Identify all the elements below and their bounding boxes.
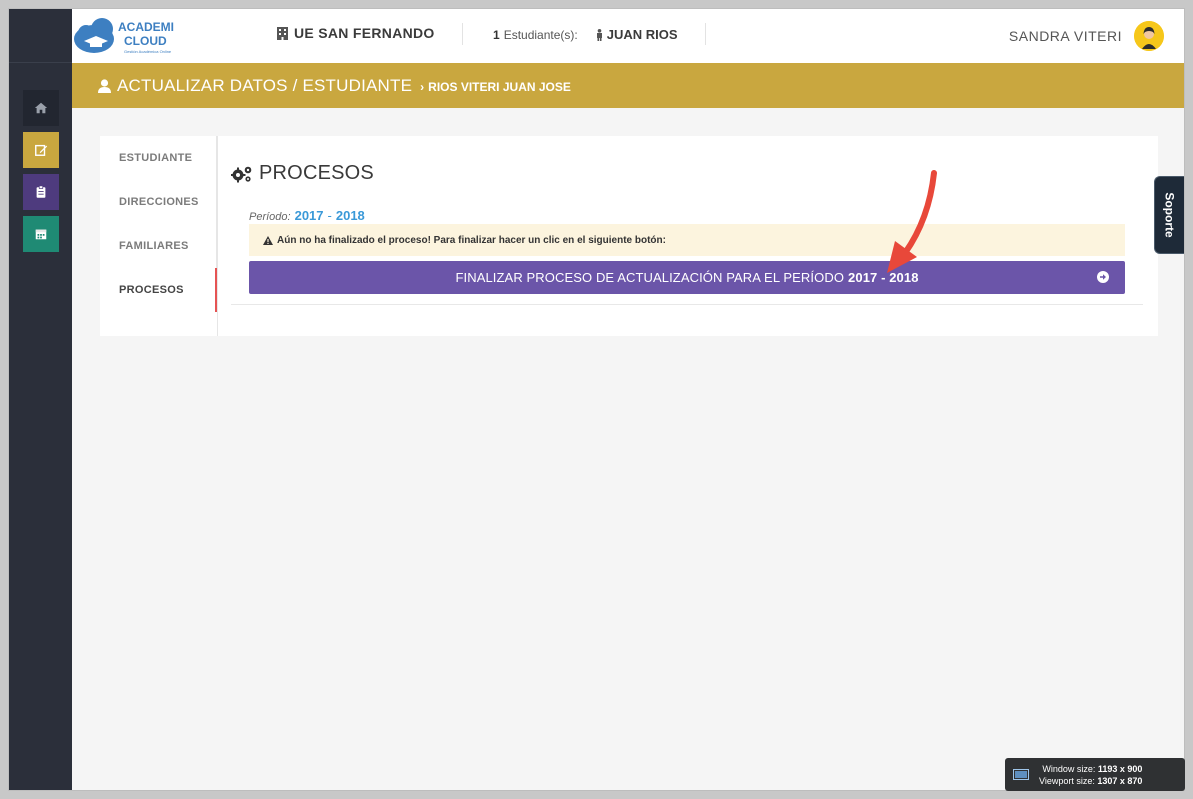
user-name: SANDRA VITERI: [1008, 28, 1122, 44]
tab-estudiante[interactable]: ESTUDIANTE: [100, 136, 217, 180]
user-icon: [98, 78, 111, 93]
breadcrumb: › RIOS VITERI JUAN JOSE: [420, 80, 571, 94]
svg-text:CLOUD: CLOUD: [124, 34, 167, 48]
students-label: Estudiante(s):: [503, 27, 578, 42]
calendar-button[interactable]: [23, 216, 59, 252]
arrow-circle-right-icon: [1097, 271, 1109, 283]
avatar[interactable]: [1134, 21, 1164, 51]
academicloud-logo[interactable]: ACADEMI CLOUD Gestión Académica Online: [72, 15, 182, 59]
tab-direcciones[interactable]: DIRECCIONES: [100, 180, 217, 224]
students-selector[interactable]: 1 Estudiante(s): JUAN RIOS: [493, 27, 678, 42]
edit-button[interactable]: [23, 132, 59, 168]
svg-text:ACADEMI: ACADEMI: [118, 20, 174, 34]
building-icon: [277, 26, 288, 40]
period-end: 2018: [335, 208, 365, 223]
clipboard-icon: [36, 185, 46, 198]
finalize-button-label: FINALIZAR PROCESO DE ACTUALIZACIÓN PARA …: [455, 270, 845, 285]
chevron-right-icon: ›: [420, 80, 425, 94]
window-size-overlay: Window size: 1193 x 900 Viewport size: 1…: [1005, 758, 1185, 791]
home-icon: [34, 102, 48, 114]
monitor-icon: [1013, 768, 1029, 780]
finalize-process-button[interactable]: FINALIZAR PROCESO DE ACTUALIZACIÓN PARA …: [249, 261, 1125, 294]
content-card: ESTUDIANTE DIRECCIONES FAMILIARES PROCES…: [100, 136, 1158, 336]
svg-text:Gestión Académica Online: Gestión Académica Online: [124, 49, 172, 54]
person-icon: [596, 28, 602, 41]
school-label: UE SAN FERNANDO: [294, 25, 435, 41]
page-title: ACTUALIZAR DATOS / ESTUDIANTE: [98, 76, 412, 96]
students-count: 1: [493, 27, 500, 42]
user-avatar-icon: [1134, 21, 1164, 51]
finalize-button-period: 2017 - 2018: [848, 270, 919, 285]
student-name: JUAN RIOS: [596, 27, 678, 42]
support-tab[interactable]: Soporte: [1154, 176, 1184, 254]
home-button[interactable]: [23, 90, 59, 126]
calendar-icon: [35, 229, 47, 240]
period-dash: -: [327, 208, 332, 223]
top-bar: ACADEMI CLOUD Gestión Académica Online U…: [72, 9, 1184, 63]
period-start: 2017: [294, 208, 324, 223]
section-title: PROCESOS: [231, 162, 374, 185]
period-label: Período:: [249, 211, 291, 223]
school-name[interactable]: UE SAN FERNANDO: [277, 25, 435, 41]
clipboard-button[interactable]: [23, 174, 59, 210]
warning-icon: [263, 235, 273, 245]
left-rail: [9, 9, 72, 790]
edit-icon: [35, 144, 48, 156]
period-line: Período: 2017 - 2018: [249, 208, 365, 223]
page-banner: ACTUALIZAR DATOS / ESTUDIANTE › RIOS VIT…: [72, 63, 1184, 108]
app-window: ACADEMI CLOUD Gestión Académica Online U…: [8, 8, 1185, 791]
warning-alert: Aún no ha finalizado el proceso! Para fi…: [249, 224, 1125, 256]
gears-icon: [231, 166, 252, 182]
side-tabs: ESTUDIANTE DIRECCIONES FAMILIARES PROCES…: [100, 136, 217, 312]
tab-familiares[interactable]: FAMILIARES: [100, 224, 217, 268]
user-menu[interactable]: SANDRA VITERI: [1009, 21, 1164, 51]
tab-procesos[interactable]: PROCESOS: [100, 268, 217, 312]
